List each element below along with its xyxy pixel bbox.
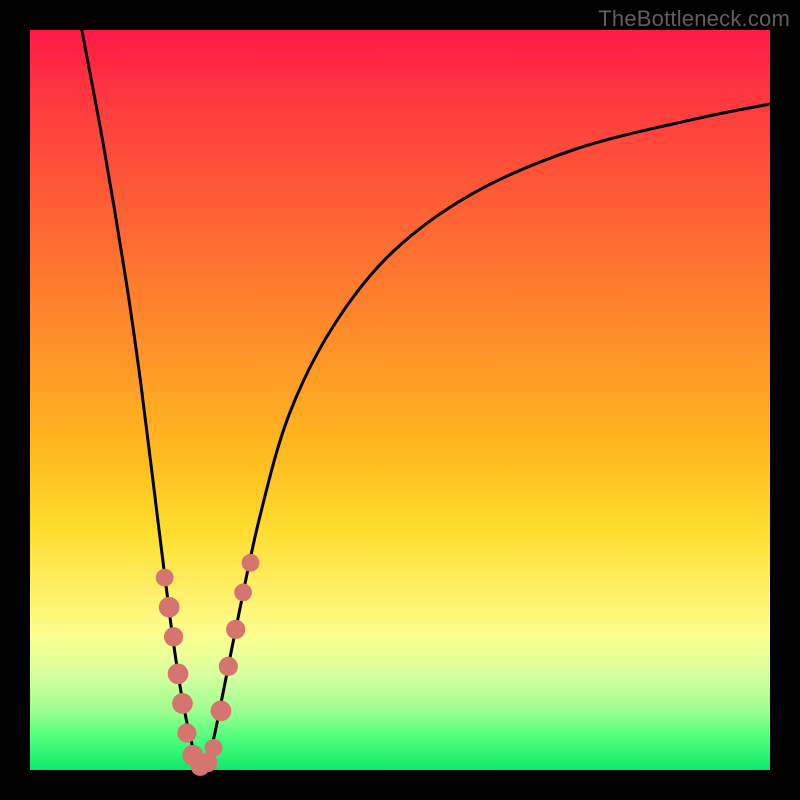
data-marker xyxy=(177,723,196,742)
curve-right xyxy=(200,104,770,770)
data-marker xyxy=(168,663,189,684)
data-marker xyxy=(234,584,252,602)
data-marker xyxy=(159,597,180,618)
chart-svg xyxy=(30,30,770,770)
plot-area xyxy=(30,30,770,770)
data-marker xyxy=(219,657,238,676)
data-marker xyxy=(242,554,260,572)
data-marker xyxy=(211,700,232,721)
data-marker xyxy=(172,693,193,714)
data-marker xyxy=(156,569,174,587)
data-marker xyxy=(205,739,223,757)
marker-group xyxy=(156,554,260,776)
watermark-text: TheBottleneck.com xyxy=(598,6,790,32)
curve-left xyxy=(82,30,200,770)
data-marker xyxy=(226,620,245,639)
data-marker xyxy=(164,627,183,646)
chart-stage: TheBottleneck.com xyxy=(0,0,800,800)
